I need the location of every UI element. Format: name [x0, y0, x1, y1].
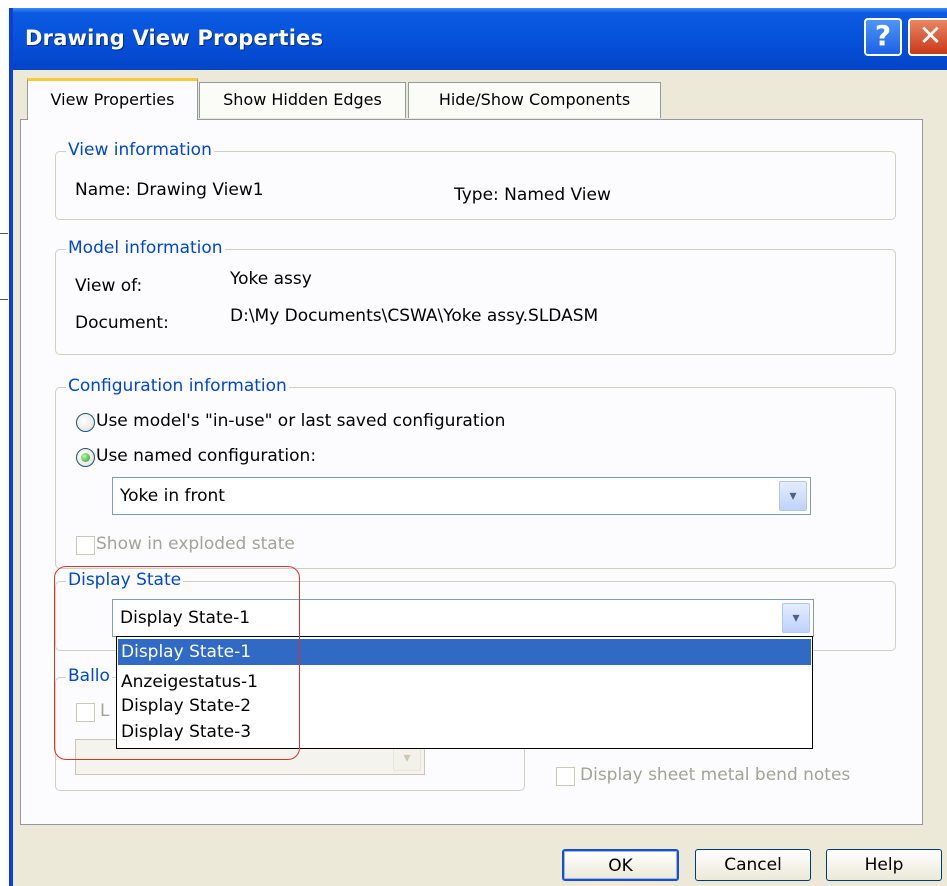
- model-information-group: [55, 249, 896, 355]
- radio-selected-dot: [81, 453, 90, 462]
- help-button[interactable]: Help: [826, 849, 942, 881]
- sheet-metal-bend-notes-checkbox[interactable]: [556, 767, 575, 786]
- radio-named-configuration-label[interactable]: Use named configuration:: [96, 446, 316, 466]
- show-exploded-checkbox[interactable]: [76, 536, 95, 555]
- document-value: D:\My Documents\CSWA\Yoke assy.SLDASM: [230, 306, 599, 326]
- title-bar[interactable]: Drawing View Properties ? ✕: [13, 8, 947, 70]
- sheet-metal-bend-notes-label[interactable]: Display sheet metal bend notes: [580, 765, 850, 785]
- named-configuration-select[interactable]: Yoke in front ▾: [112, 477, 811, 515]
- document-label: Document:: [75, 313, 169, 333]
- view-type: Type: Named View: [454, 185, 611, 205]
- show-exploded-label[interactable]: Show in exploded state: [96, 534, 295, 554]
- model-information-legend: Model information: [66, 238, 225, 258]
- radio-named-configuration[interactable]: [76, 448, 95, 467]
- cancel-button[interactable]: Cancel: [695, 849, 811, 881]
- configuration-information-legend: Configuration information: [66, 376, 289, 396]
- radio-in-use-configuration-label[interactable]: Use model's "in-use" or last saved confi…: [96, 411, 505, 431]
- view-name: Name: Drawing View1: [75, 180, 264, 200]
- ok-button[interactable]: OK: [562, 849, 679, 881]
- background-edge-mark: [0, 299, 8, 300]
- view-of-label: View of:: [75, 276, 143, 296]
- view-information-legend: View information: [66, 140, 214, 160]
- tab-show-hidden-edges[interactable]: Show Hidden Edges: [199, 82, 406, 118]
- dialog-title: Drawing View Properties: [25, 26, 324, 50]
- annotation-highlight-outline: [54, 566, 300, 760]
- background-edge-mark: [0, 233, 8, 234]
- tab-hide-show-components[interactable]: Hide/Show Components: [408, 82, 661, 118]
- view-of-value: Yoke assy: [230, 269, 312, 289]
- help-icon[interactable]: ?: [864, 18, 902, 56]
- radio-in-use-configuration[interactable]: [76, 413, 95, 432]
- named-configuration-value: Yoke in front: [120, 486, 225, 506]
- tab-view-properties[interactable]: View Properties: [27, 78, 198, 120]
- chevron-down-icon[interactable]: ▾: [782, 603, 810, 633]
- chevron-down-icon[interactable]: ▾: [779, 481, 807, 511]
- close-icon[interactable]: ✕: [908, 18, 947, 56]
